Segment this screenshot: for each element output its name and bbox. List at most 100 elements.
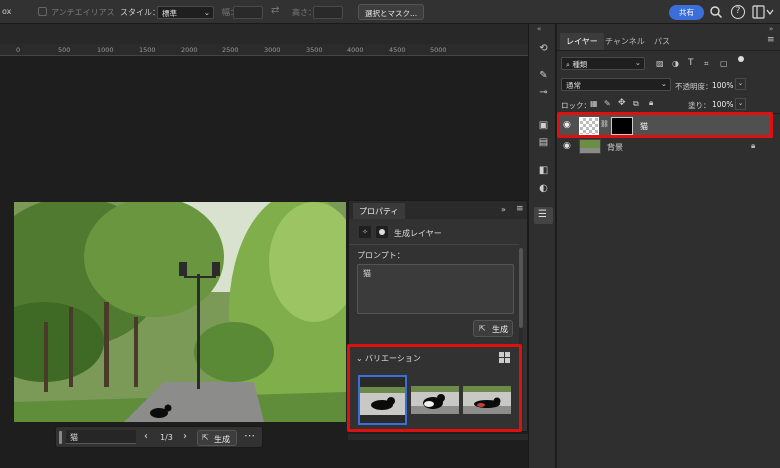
chevron-down-icon: ⌄ [634, 58, 641, 67]
lock-icon: 🔒︎ [751, 141, 756, 150]
ruler-tick: 4000 [347, 46, 364, 54]
collapse-icon[interactable]: « [537, 25, 541, 33]
filter-toggle-icon[interactable] [738, 56, 744, 62]
antialias-checkbox[interactable] [38, 7, 47, 16]
lock-transparent-icon[interactable]: ▦ [590, 99, 598, 108]
share-button[interactable]: 共有 [669, 5, 704, 20]
layers-panel: » レイヤー チャンネル パス ≡ ⌕ 種類 ⌄ ▨ ◑ T ⌗ ▢ 通常 ⌄ … [557, 24, 780, 468]
lock-artboard-icon[interactable]: ⧉ [633, 99, 639, 109]
opacity-label: 不透明度： [675, 82, 713, 91]
variation-page: 1/3 [160, 433, 173, 442]
lock-all-icon[interactable]: 🔒︎ [649, 98, 653, 108]
prompt-textarea[interactable]: 猫 [357, 264, 514, 314]
swatches-icon[interactable]: ◧ [537, 164, 550, 177]
properties-dock-button[interactable]: ☰ [534, 207, 553, 224]
panel-resize-handle[interactable] [348, 434, 528, 440]
chevron-down-icon[interactable]: ⌄ [735, 98, 746, 110]
color-icon[interactable]: ◐ [537, 182, 550, 195]
opacity-value[interactable]: 100% [712, 81, 733, 90]
horizontal-ruler: 0 500 1000 1500 2000 2500 3000 3500 4000… [0, 44, 528, 56]
panel-menu-icon[interactable]: ≡ [516, 204, 524, 214]
filter-kind-select[interactable]: ⌕ 種類 ⌄ [561, 57, 645, 70]
next-icon[interactable]: › [183, 431, 187, 442]
ruler-tick: 1000 [97, 46, 114, 54]
visibility-eye-icon[interactable]: ◉ [563, 141, 571, 151]
blend-mode-select[interactable]: 通常 ⌄ [561, 78, 671, 91]
variation-thumbnail[interactable] [463, 386, 511, 414]
contextual-task-bar: 猫 ‹ 1/3 › ⇱ 生成 ⋯ [55, 426, 263, 448]
generate-icon: ⇱ [479, 324, 486, 333]
lock-image-icon[interactable]: ✎ [604, 99, 611, 108]
document-tab-strip [0, 24, 528, 44]
ruler-tick: 0 [16, 46, 21, 54]
ruler-tick: 3000 [264, 46, 281, 54]
lock-position-icon[interactable]: ✥ [618, 98, 626, 108]
generative-layer-icon: ✧ [359, 226, 371, 238]
document-canvas[interactable] [14, 202, 346, 422]
clone-source-icon[interactable]: ▣ [537, 119, 550, 132]
ruler-tick: 5000 [430, 46, 447, 54]
layer-name: 背景 [607, 143, 623, 152]
variations-label: バリエーション [365, 354, 421, 363]
ruler-tick: 500 [58, 46, 71, 54]
brush-icon[interactable]: ✎ [537, 69, 550, 82]
filter-kind-value: 種類 [572, 60, 588, 69]
help-icon[interactable]: ? [731, 5, 745, 19]
drag-handle[interactable] [59, 431, 62, 444]
chevron-down-icon: ⌄ [203, 8, 210, 17]
search-icon[interactable] [709, 5, 723, 19]
ruler-tick: 2500 [222, 46, 239, 54]
blend-mode-value: 通常 [566, 81, 581, 90]
fill-label: 塗り： [688, 101, 711, 110]
tab-layers[interactable]: レイヤー [560, 33, 604, 50]
filter-adjustment-icon[interactable]: ◑ [672, 59, 679, 68]
panel-menu-icon[interactable]: ≡ [767, 35, 775, 45]
divider [349, 244, 519, 245]
generate-button[interactable]: ⇱ 生成 [473, 320, 513, 337]
panel-dock-strip: « ⟲ ✎ ⊸ ▣ ▤ ◧ ◐ ☰ [528, 24, 556, 468]
search-icon: ⌕ [566, 61, 570, 69]
collapse-icon[interactable]: » [501, 205, 506, 214]
ruler-tick: 1500 [139, 46, 156, 54]
divider [557, 50, 780, 51]
prompt-label: プロンプト： [357, 251, 405, 260]
previous-icon[interactable]: ‹ [144, 431, 148, 442]
more-options-icon[interactable]: ⋯ [244, 429, 255, 442]
style-select-value: 標準 [162, 9, 177, 18]
generate-button-label: 生成 [492, 325, 508, 334]
chevron-down-icon[interactable]: ⌄ [356, 354, 363, 363]
width-input[interactable] [233, 6, 263, 19]
ruler-tick: 2000 [181, 46, 198, 54]
select-and-mask-button[interactable]: 選択とマスク... [358, 4, 425, 20]
layer-thumbnail [579, 139, 601, 154]
lock-label: ロック： [561, 101, 591, 110]
fill-value[interactable]: 100% [712, 100, 733, 109]
tab-paths[interactable]: パス [654, 36, 670, 47]
context-prompt-input[interactable]: 猫 [66, 430, 136, 444]
context-generate-label: 生成 [214, 435, 230, 444]
variation-thumbnail[interactable] [411, 386, 459, 414]
adjust-icon[interactable]: ⊸ [537, 86, 550, 99]
height-input[interactable] [313, 6, 343, 19]
properties-title: プロパティ [353, 203, 405, 219]
filter-pixel-icon[interactable]: ▨ [656, 59, 664, 68]
filter-smart-object-icon[interactable]: ▢ [720, 59, 728, 68]
layer-row[interactable]: ◉ 背景 🔒︎ [557, 138, 773, 156]
style-label: スタイル： [120, 8, 160, 17]
context-generate-button[interactable]: ⇱ 生成 [197, 430, 237, 446]
chevron-down-icon[interactable]: ⌄ [735, 78, 746, 90]
notes-icon[interactable]: ▤ [537, 136, 550, 149]
filter-type-icon[interactable]: T [688, 58, 694, 68]
grid-view-icon[interactable] [499, 352, 510, 363]
swap-icon[interactable]: ⇄ [271, 5, 279, 16]
style-select[interactable]: 標準 ⌄ [157, 6, 214, 19]
workspace-icon[interactable] [752, 5, 774, 19]
variation-thumbnail[interactable] [358, 375, 407, 425]
ruler-tick: 3500 [306, 46, 323, 54]
history-icon[interactable]: ⟲ [537, 42, 550, 55]
collapse-icon[interactable]: » [769, 25, 773, 33]
antialias-label: アンチエイリアス [51, 8, 115, 17]
options-bar: ox アンチエイリアス スタイル： 標準 ⌄ 幅： ⇄ 高さ： 選択とマスク...… [0, 0, 780, 24]
filter-shape-icon[interactable]: ⌗ [704, 59, 709, 69]
tab-channels[interactable]: チャンネル [605, 36, 645, 47]
